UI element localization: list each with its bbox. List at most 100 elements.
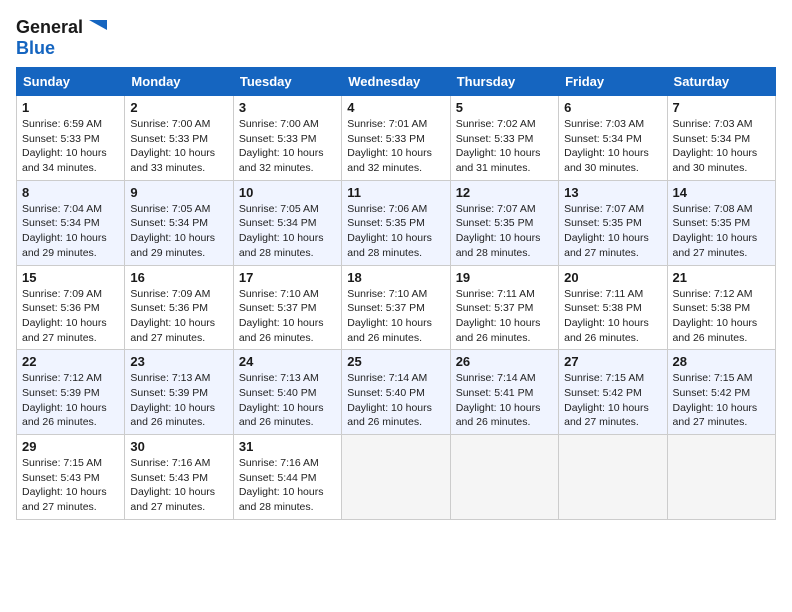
calendar-cell: 22 Sunrise: 7:12 AMSunset: 5:39 PMDaylig…: [17, 350, 125, 435]
day-info: Sunrise: 7:13 AMSunset: 5:40 PMDaylight:…: [239, 371, 336, 430]
day-number: 14: [673, 185, 770, 200]
day-info: Sunrise: 7:12 AMSunset: 5:39 PMDaylight:…: [22, 371, 119, 430]
day-number: 21: [673, 270, 770, 285]
day-number: 15: [22, 270, 119, 285]
day-info: Sunrise: 7:02 AMSunset: 5:33 PMDaylight:…: [456, 117, 553, 176]
day-number: 1: [22, 100, 119, 115]
week-row-3: 15 Sunrise: 7:09 AMSunset: 5:36 PMDaylig…: [17, 265, 776, 350]
calendar-cell: 13 Sunrise: 7:07 AMSunset: 5:35 PMDaylig…: [559, 180, 667, 265]
logo-general: General: [16, 18, 83, 36]
day-number: 12: [456, 185, 553, 200]
logo-text-block: General Blue: [16, 16, 107, 57]
day-number: 11: [347, 185, 444, 200]
day-number: 8: [22, 185, 119, 200]
calendar-cell: 25 Sunrise: 7:14 AMSunset: 5:40 PMDaylig…: [342, 350, 450, 435]
calendar-cell: 14 Sunrise: 7:08 AMSunset: 5:35 PMDaylig…: [667, 180, 775, 265]
calendar-cell: 17 Sunrise: 7:10 AMSunset: 5:37 PMDaylig…: [233, 265, 341, 350]
calendar-cell: 26 Sunrise: 7:14 AMSunset: 5:41 PMDaylig…: [450, 350, 558, 435]
day-number: 23: [130, 354, 227, 369]
calendar-cell: 16 Sunrise: 7:09 AMSunset: 5:36 PMDaylig…: [125, 265, 233, 350]
logo: General Blue: [16, 16, 107, 57]
day-number: 26: [456, 354, 553, 369]
day-number: 20: [564, 270, 661, 285]
weekday-header-thursday: Thursday: [450, 68, 558, 96]
day-number: 6: [564, 100, 661, 115]
weekday-header-saturday: Saturday: [667, 68, 775, 96]
day-info: Sunrise: 6:59 AMSunset: 5:33 PMDaylight:…: [22, 117, 119, 176]
calendar-cell: 10 Sunrise: 7:05 AMSunset: 5:34 PMDaylig…: [233, 180, 341, 265]
logo-blue: Blue: [16, 39, 55, 57]
day-number: 31: [239, 439, 336, 454]
day-info: Sunrise: 7:10 AMSunset: 5:37 PMDaylight:…: [347, 287, 444, 346]
day-info: Sunrise: 7:03 AMSunset: 5:34 PMDaylight:…: [564, 117, 661, 176]
day-info: Sunrise: 7:15 AMSunset: 5:42 PMDaylight:…: [564, 371, 661, 430]
day-number: 7: [673, 100, 770, 115]
calendar-cell: 11 Sunrise: 7:06 AMSunset: 5:35 PMDaylig…: [342, 180, 450, 265]
weekday-header-monday: Monday: [125, 68, 233, 96]
calendar-cell: 30 Sunrise: 7:16 AMSunset: 5:43 PMDaylig…: [125, 435, 233, 520]
weekday-header-row: SundayMondayTuesdayWednesdayThursdayFrid…: [17, 68, 776, 96]
day-info: Sunrise: 7:15 AMSunset: 5:42 PMDaylight:…: [673, 371, 770, 430]
day-info: Sunrise: 7:14 AMSunset: 5:40 PMDaylight:…: [347, 371, 444, 430]
weekday-header-sunday: Sunday: [17, 68, 125, 96]
day-number: 4: [347, 100, 444, 115]
week-row-4: 22 Sunrise: 7:12 AMSunset: 5:39 PMDaylig…: [17, 350, 776, 435]
weekday-header-tuesday: Tuesday: [233, 68, 341, 96]
day-info: Sunrise: 7:08 AMSunset: 5:35 PMDaylight:…: [673, 202, 770, 261]
calendar-cell: 9 Sunrise: 7:05 AMSunset: 5:34 PMDayligh…: [125, 180, 233, 265]
day-info: Sunrise: 7:11 AMSunset: 5:38 PMDaylight:…: [564, 287, 661, 346]
calendar-table: SundayMondayTuesdayWednesdayThursdayFrid…: [16, 67, 776, 520]
day-number: 17: [239, 270, 336, 285]
day-number: 22: [22, 354, 119, 369]
day-info: Sunrise: 7:07 AMSunset: 5:35 PMDaylight:…: [564, 202, 661, 261]
weekday-header-wednesday: Wednesday: [342, 68, 450, 96]
day-info: Sunrise: 7:05 AMSunset: 5:34 PMDaylight:…: [130, 202, 227, 261]
day-number: 30: [130, 439, 227, 454]
day-number: 10: [239, 185, 336, 200]
day-info: Sunrise: 7:16 AMSunset: 5:43 PMDaylight:…: [130, 456, 227, 515]
day-info: Sunrise: 7:05 AMSunset: 5:34 PMDaylight:…: [239, 202, 336, 261]
day-info: Sunrise: 7:03 AMSunset: 5:34 PMDaylight:…: [673, 117, 770, 176]
calendar-cell: 19 Sunrise: 7:11 AMSunset: 5:37 PMDaylig…: [450, 265, 558, 350]
week-row-5: 29 Sunrise: 7:15 AMSunset: 5:43 PMDaylig…: [17, 435, 776, 520]
day-info: Sunrise: 7:16 AMSunset: 5:44 PMDaylight:…: [239, 456, 336, 515]
calendar-cell: 12 Sunrise: 7:07 AMSunset: 5:35 PMDaylig…: [450, 180, 558, 265]
day-info: Sunrise: 7:04 AMSunset: 5:34 PMDaylight:…: [22, 202, 119, 261]
day-info: Sunrise: 7:06 AMSunset: 5:35 PMDaylight:…: [347, 202, 444, 261]
calendar-cell: 6 Sunrise: 7:03 AMSunset: 5:34 PMDayligh…: [559, 96, 667, 181]
day-number: 24: [239, 354, 336, 369]
day-number: 28: [673, 354, 770, 369]
week-row-1: 1 Sunrise: 6:59 AMSunset: 5:33 PMDayligh…: [17, 96, 776, 181]
week-row-2: 8 Sunrise: 7:04 AMSunset: 5:34 PMDayligh…: [17, 180, 776, 265]
day-number: 16: [130, 270, 227, 285]
day-info: Sunrise: 7:14 AMSunset: 5:41 PMDaylight:…: [456, 371, 553, 430]
calendar-cell: 27 Sunrise: 7:15 AMSunset: 5:42 PMDaylig…: [559, 350, 667, 435]
day-info: Sunrise: 7:09 AMSunset: 5:36 PMDaylight:…: [130, 287, 227, 346]
calendar-cell: 20 Sunrise: 7:11 AMSunset: 5:38 PMDaylig…: [559, 265, 667, 350]
calendar-cell: 4 Sunrise: 7:01 AMSunset: 5:33 PMDayligh…: [342, 96, 450, 181]
calendar-cell: 1 Sunrise: 6:59 AMSunset: 5:33 PMDayligh…: [17, 96, 125, 181]
calendar-cell: 3 Sunrise: 7:00 AMSunset: 5:33 PMDayligh…: [233, 96, 341, 181]
day-number: 3: [239, 100, 336, 115]
day-info: Sunrise: 7:12 AMSunset: 5:38 PMDaylight:…: [673, 287, 770, 346]
calendar-cell: [667, 435, 775, 520]
day-number: 2: [130, 100, 227, 115]
day-info: Sunrise: 7:01 AMSunset: 5:33 PMDaylight:…: [347, 117, 444, 176]
day-number: 25: [347, 354, 444, 369]
day-number: 18: [347, 270, 444, 285]
calendar-cell: 21 Sunrise: 7:12 AMSunset: 5:38 PMDaylig…: [667, 265, 775, 350]
day-info: Sunrise: 7:13 AMSunset: 5:39 PMDaylight:…: [130, 371, 227, 430]
logo-triangle-icon: [85, 16, 107, 38]
day-number: 29: [22, 439, 119, 454]
calendar-cell: 8 Sunrise: 7:04 AMSunset: 5:34 PMDayligh…: [17, 180, 125, 265]
calendar-cell: [342, 435, 450, 520]
day-number: 13: [564, 185, 661, 200]
calendar-cell: 29 Sunrise: 7:15 AMSunset: 5:43 PMDaylig…: [17, 435, 125, 520]
day-number: 9: [130, 185, 227, 200]
day-info: Sunrise: 7:10 AMSunset: 5:37 PMDaylight:…: [239, 287, 336, 346]
calendar-cell: 15 Sunrise: 7:09 AMSunset: 5:36 PMDaylig…: [17, 265, 125, 350]
day-info: Sunrise: 7:11 AMSunset: 5:37 PMDaylight:…: [456, 287, 553, 346]
calendar-cell: 7 Sunrise: 7:03 AMSunset: 5:34 PMDayligh…: [667, 96, 775, 181]
calendar-cell: 18 Sunrise: 7:10 AMSunset: 5:37 PMDaylig…: [342, 265, 450, 350]
calendar-cell: 28 Sunrise: 7:15 AMSunset: 5:42 PMDaylig…: [667, 350, 775, 435]
